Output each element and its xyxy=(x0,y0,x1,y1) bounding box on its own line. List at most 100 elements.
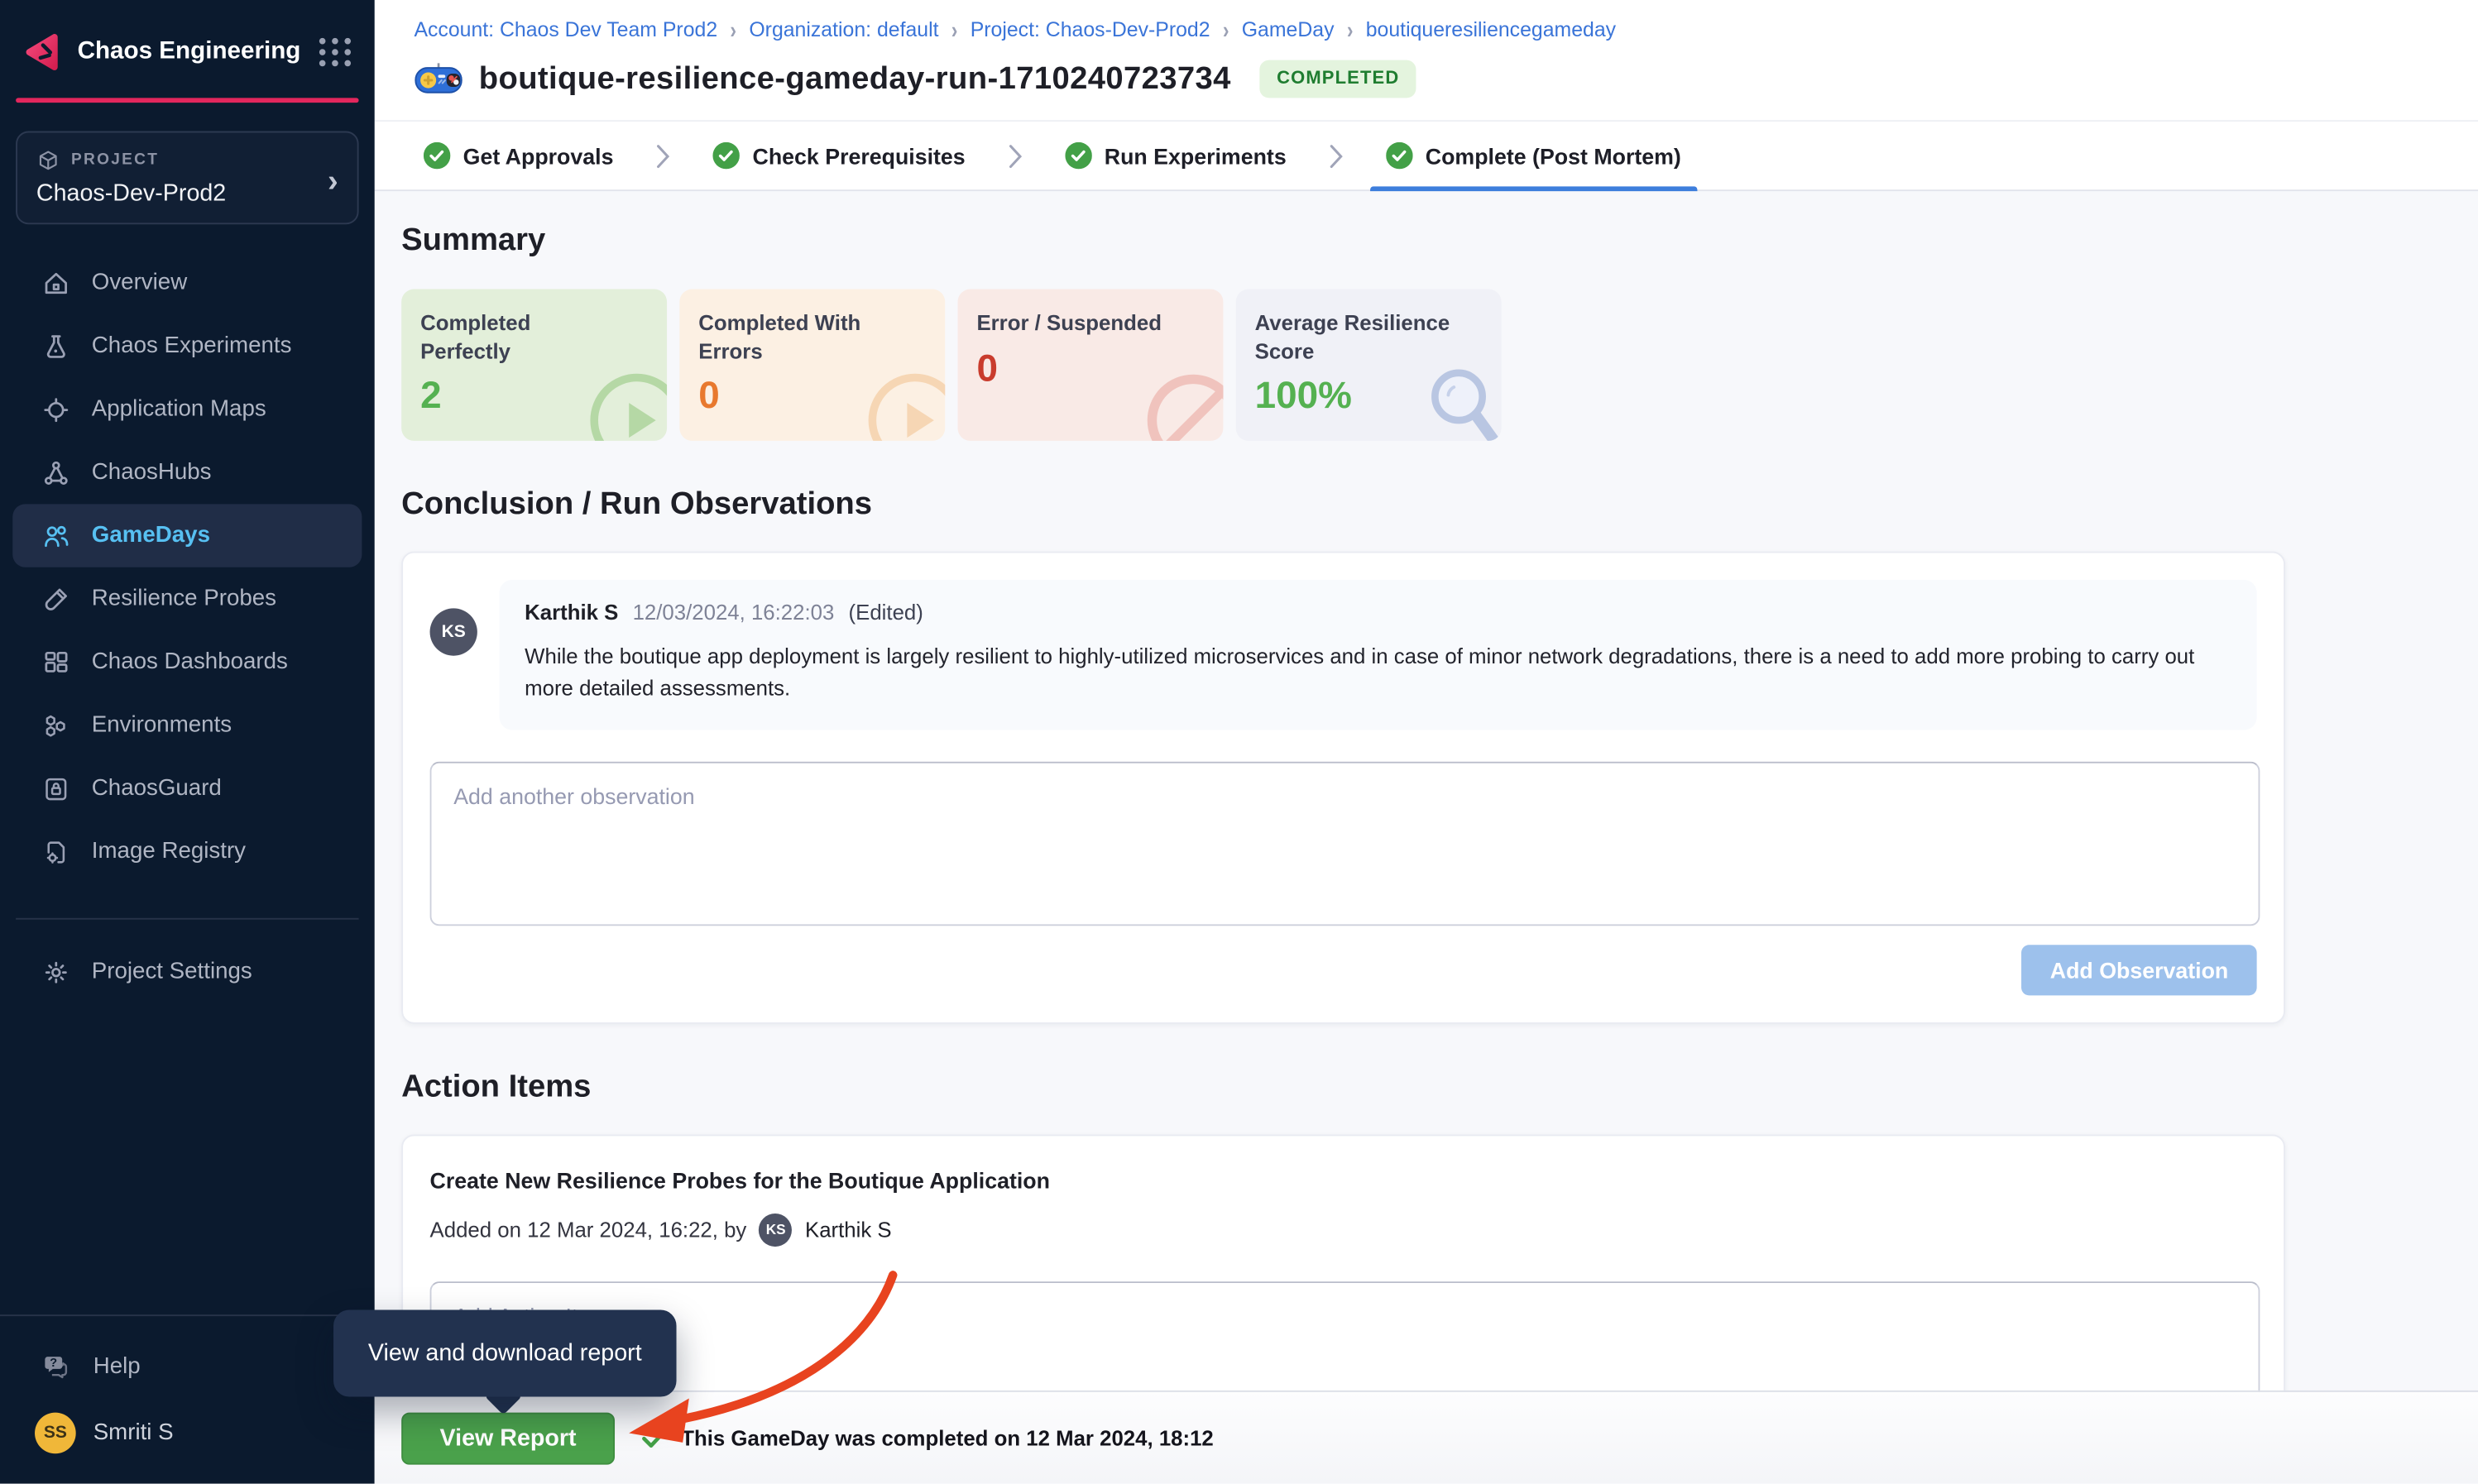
app-title: Chaos Engineering xyxy=(78,38,318,66)
card-average-resilience-score: Average Resilience Score 100% xyxy=(1236,290,1502,441)
action-item-title: Create New Resilience Probes for the Bou… xyxy=(430,1167,2257,1193)
gamepad-icon xyxy=(414,60,463,98)
status-badge: COMPLETED xyxy=(1259,60,1416,98)
check-circle-icon xyxy=(1386,142,1412,169)
sidebar-item-gamedays[interactable]: GameDays xyxy=(12,504,362,567)
observations-panel: KS Karthik S 12/03/2024, 16:22:03 (Edite… xyxy=(401,552,2285,1023)
sidebar-item-chaos-experiments[interactable]: Chaos Experiments xyxy=(0,314,375,377)
summary-cards: Completed Perfectly 2 Completed With Err… xyxy=(401,290,2478,441)
sidebar-item-label: Chaos Dashboards xyxy=(92,649,288,675)
step-label: Check Prerequisites xyxy=(753,143,966,169)
sidebar-item-label: Environments xyxy=(92,712,232,738)
step-complete-post-mortem[interactable]: Complete (Post Mortem) xyxy=(1386,122,1681,189)
sidebar-nav: Overview Chaos Experiments Application M… xyxy=(0,251,375,883)
flask-icon xyxy=(41,331,71,361)
action-items-heading: Action Items xyxy=(401,1069,2478,1105)
breadcrumb: Account: Chaos Dev Team Prod2 › Organiza… xyxy=(414,17,2440,41)
card-value: 2 xyxy=(420,375,648,419)
check-icon xyxy=(642,1427,669,1449)
check-circle-icon xyxy=(713,142,740,169)
card-completed-perfectly: Completed Perfectly 2 xyxy=(401,290,667,441)
chevron-right-icon xyxy=(1008,143,1022,169)
page-title: boutique-resilience-gameday-run-17102407… xyxy=(479,61,1231,98)
gear-doc-icon xyxy=(41,836,71,866)
comment-timestamp: 12/03/2024, 16:22:03 xyxy=(633,601,835,625)
chaos-logo-icon xyxy=(22,31,64,73)
add-observation-button[interactable]: Add Observation xyxy=(2021,944,2256,994)
sidebar-item-label: GameDays xyxy=(92,523,210,548)
card-value: 0 xyxy=(698,375,926,419)
chevron-right-icon xyxy=(1329,143,1343,169)
card-label: Error / Suspended xyxy=(976,309,1181,337)
sidebar-item-project-settings[interactable]: Project Settings xyxy=(0,941,375,1003)
target-icon xyxy=(41,395,71,424)
sidebar-item-label: ChaosHubs xyxy=(92,460,212,486)
hexagons-icon xyxy=(41,711,71,740)
sidebar-item-overview[interactable]: Overview xyxy=(0,251,375,314)
sidebar-item-chaos-dashboards[interactable]: Chaos Dashboards xyxy=(0,630,375,693)
summary-heading: Summary xyxy=(401,223,2478,259)
probe-icon xyxy=(41,584,71,614)
sidebar-item-label: Application Maps xyxy=(92,396,266,422)
action-item-author: Karthik S xyxy=(805,1218,892,1242)
main-column: Account: Chaos Dev Team Prod2 › Organiza… xyxy=(375,0,2478,1484)
breadcrumb-gameday[interactable]: GameDay xyxy=(1242,17,1335,41)
project-name: Chaos-Dev-Prod2 xyxy=(36,180,338,207)
sidebar-item-application-maps[interactable]: Application Maps xyxy=(0,378,375,441)
sidebar-item-chaoshubs[interactable]: ChaosHubs xyxy=(0,441,375,504)
step-label: Run Experiments xyxy=(1105,143,1287,169)
sidebar-item-label: Chaos Experiments xyxy=(92,333,292,359)
svg-text:?: ? xyxy=(50,1356,57,1369)
sidebar-item-label: Help xyxy=(93,1354,141,1380)
step-check-prerequisites[interactable]: Check Prerequisites xyxy=(713,122,966,189)
footer-bar: View Report This GameDay was completed o… xyxy=(375,1391,2478,1484)
sidebar-item-image-registry[interactable]: Image Registry xyxy=(0,820,375,883)
step-run-experiments[interactable]: Run Experiments xyxy=(1065,122,1287,189)
sidebar: Chaos Engineering PROJECT Chaos-Dev-Prod… xyxy=(0,0,375,1484)
card-label: Completed Perfectly xyxy=(420,309,625,365)
user-menu[interactable]: SS Smriti S xyxy=(0,1398,375,1467)
check-circle-icon xyxy=(424,142,450,169)
sidebar-item-chaosguard[interactable]: ChaosGuard xyxy=(0,757,375,820)
card-value: 0 xyxy=(976,347,1204,390)
card-label: Average Resilience Score xyxy=(1255,309,1460,365)
sidebar-item-resilience-probes[interactable]: Resilience Probes xyxy=(0,567,375,630)
breadcrumb-organization[interactable]: Organization: default xyxy=(749,17,938,41)
help-chat-icon: ? xyxy=(41,1352,73,1381)
stepper-tabs: Get Approvals Check Prerequisites Run Ex… xyxy=(375,120,2478,191)
comment-edited-flag: (Edited) xyxy=(849,601,923,625)
card-completed-with-errors: Completed With Errors 0 xyxy=(679,290,945,441)
comment-author: Karthik S xyxy=(525,601,618,625)
app-switcher-icon[interactable] xyxy=(318,35,352,69)
author-avatar: KS xyxy=(760,1213,793,1246)
completion-note-text: This GameDay was completed on 12 Mar 202… xyxy=(681,1426,1214,1450)
sidebar-item-label: Project Settings xyxy=(92,959,252,984)
step-get-approvals[interactable]: Get Approvals xyxy=(424,122,614,189)
project-selector[interactable]: PROJECT Chaos-Dev-Prod2 › xyxy=(16,132,358,225)
breadcrumb-run[interactable]: boutiqueresiliencegameday xyxy=(1366,17,1616,41)
content-area: Summary Completed Perfectly 2 Completed … xyxy=(375,191,2478,1443)
sidebar-item-label: ChaosGuard xyxy=(92,776,222,802)
sidebar-item-environments[interactable]: Environments xyxy=(0,694,375,757)
sidebar-item-label: Overview xyxy=(92,270,187,296)
action-item-added-text: Added on 12 Mar 2024, 16:22, by xyxy=(430,1218,747,1242)
sidebar-item-label: Image Registry xyxy=(92,839,246,864)
project-label: PROJECT xyxy=(71,151,159,169)
user-name: Smriti S xyxy=(93,1420,174,1446)
chevron-right-icon: › xyxy=(1347,16,1354,43)
breadcrumb-account[interactable]: Account: Chaos Dev Team Prod2 xyxy=(414,17,717,41)
breadcrumb-project[interactable]: Project: Chaos-Dev-Prod2 xyxy=(971,17,1210,41)
commenter-avatar: KS xyxy=(430,608,477,655)
view-report-button[interactable]: View Report xyxy=(401,1412,615,1464)
brand-row: Chaos Engineering xyxy=(0,0,375,73)
app-root: Chaos Engineering PROJECT Chaos-Dev-Prod… xyxy=(0,0,2478,1484)
card-error-suspended: Error / Suspended 0 xyxy=(958,290,1224,441)
chevron-right-icon: › xyxy=(1223,16,1229,43)
sidebar-item-help[interactable]: ? Help xyxy=(0,1335,375,1398)
people-icon xyxy=(41,520,71,550)
card-value: 100% xyxy=(1255,375,1483,419)
cube-icon xyxy=(36,149,60,173)
observation-input[interactable] xyxy=(430,761,2260,926)
observations-heading: Conclusion / Run Observations xyxy=(401,486,2478,523)
chevron-right-icon: › xyxy=(328,165,338,201)
